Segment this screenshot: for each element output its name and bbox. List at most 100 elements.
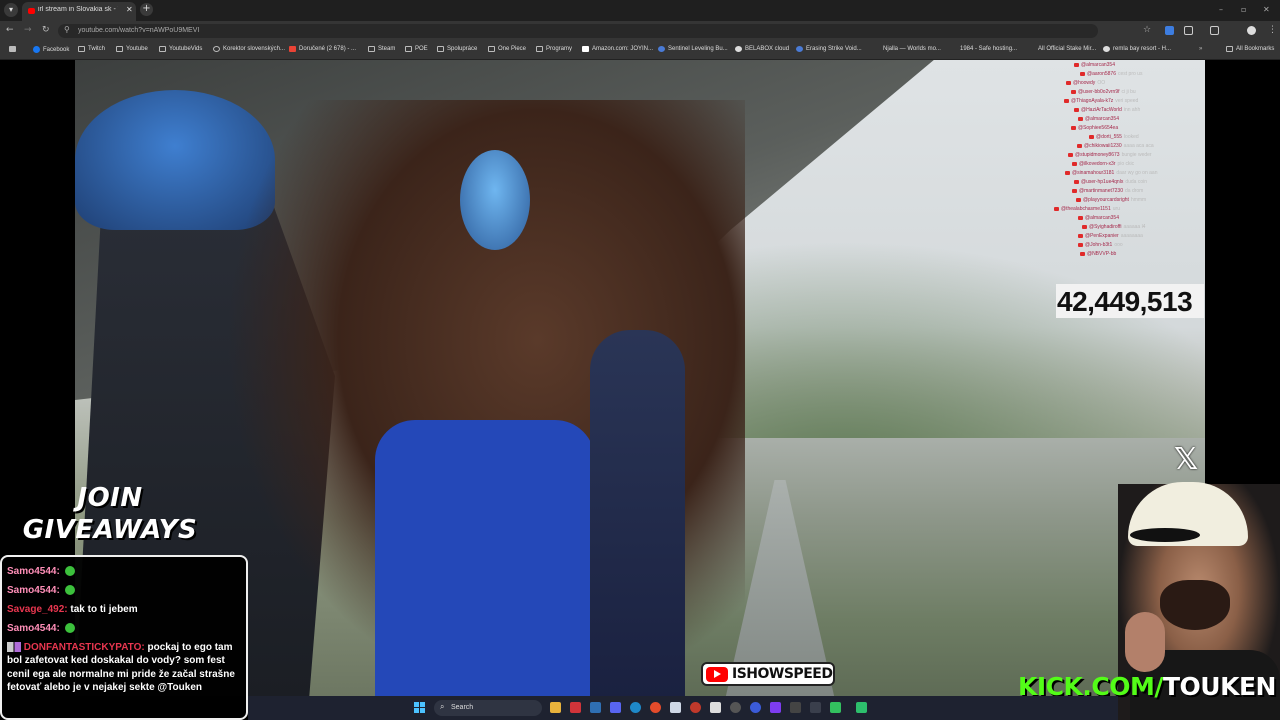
overlay-chat-row: @sinamahour3181 daar wy go on aan: [1065, 168, 1157, 177]
steam-icon[interactable]: [590, 702, 601, 713]
extension-icon[interactable]: [1165, 26, 1174, 35]
youtube-badge-icon: [1054, 206, 1059, 211]
bookmark-item[interactable]: Spolupráce: [437, 46, 477, 52]
youtube-badge-icon: [1074, 107, 1079, 112]
bookmark-item[interactable]: Youtube: [116, 46, 148, 52]
overlay-chat-message: hmmm: [1130, 196, 1147, 203]
sub-badge-icon: [7, 642, 21, 653]
overlay-chat-username: @martinmanet7230: [1079, 187, 1123, 194]
bookmark-item[interactable]: Doručené (2 678) - ...: [289, 46, 356, 52]
bookmark-item[interactable]: POE: [405, 46, 428, 52]
emote-icon: [64, 566, 75, 577]
x-logo-icon: 𝕏: [1174, 442, 1199, 477]
obs-icon[interactable]: [730, 702, 741, 713]
app-icon[interactable]: [810, 702, 821, 713]
chat-username: Samo4544:: [7, 585, 60, 596]
bookmark-item[interactable]: YoutubeVids: [159, 46, 202, 52]
person-right: [590, 330, 685, 696]
bookmark-item[interactable]: BELABOX cloud: [735, 46, 789, 52]
minimize-icon[interactable]: –: [1219, 5, 1223, 14]
app-icon[interactable]: [790, 702, 801, 713]
overlay-chat-row: @martinmanet7230 da drom: [1072, 186, 1143, 195]
channel-badge: ISHOWSPEED: [701, 662, 835, 686]
search-icon: ⌕: [440, 702, 445, 711]
youtube-badge-icon: [1080, 251, 1085, 256]
chat-username: Savage_492:: [7, 604, 68, 615]
overlay-chat-message: cest pro us: [1118, 70, 1143, 77]
bookmark-item[interactable]: Sentinel Leveling Bu...: [658, 46, 728, 52]
menu-kebab-icon[interactable]: ⋮: [1268, 25, 1277, 35]
all-bookmarks[interactable]: All Bookmarks: [1226, 46, 1274, 52]
folder-icon: [368, 46, 375, 52]
apps-grid-icon[interactable]: [9, 46, 16, 52]
windows-start-icon[interactable]: [414, 702, 426, 714]
overlay-chat-username: @dorti_555: [1096, 133, 1122, 140]
bookmark-item[interactable]: One Piece: [488, 46, 526, 52]
hand: [1125, 612, 1165, 672]
address-bar[interactable]: ⚲ youtube.com/watch?v=nAWPoU9MEVI: [58, 24, 1098, 38]
overlay-chat-username: @thealabchasme1151: [1061, 205, 1111, 212]
download-icon[interactable]: [1210, 26, 1219, 35]
site-info-icon[interactable]: ⚲: [64, 25, 70, 34]
site-icon: [873, 46, 880, 52]
browser-tab[interactable]: irl stream in Slovakia sk - Y ✕: [22, 2, 136, 21]
blue-jersey: [375, 420, 595, 696]
site-icon: [658, 46, 665, 52]
profile-avatar[interactable]: [1247, 26, 1256, 35]
bookmark-item[interactable]: Programy: [536, 46, 572, 52]
app-icon[interactable]: [770, 702, 781, 713]
overlay-chat-username: @PenExpanier: [1085, 232, 1119, 239]
overlay-chat-message: bungie weder: [1121, 151, 1152, 158]
bookmark-item[interactable]: Amazon.com: JOYIN...: [582, 46, 653, 52]
emote-icon: [64, 623, 75, 634]
tab-close-icon[interactable]: ✕: [126, 5, 133, 14]
forward-icon[interactable]: →: [24, 25, 32, 35]
app-icon[interactable]: [750, 702, 761, 713]
app-icon[interactable]: [570, 702, 581, 713]
bookmark-item[interactable]: Erasing Strike Void...: [796, 46, 862, 52]
tab-search-icon[interactable]: ▾: [4, 3, 18, 17]
overlay-chat-row: @HaziArTacWorld inn ahh: [1074, 105, 1140, 114]
bookmark-item[interactable]: All Official Stake Mir...: [1028, 46, 1096, 52]
site-icon: [950, 46, 957, 52]
overlay-chat-username: @Syighadiroffi: [1089, 223, 1122, 230]
overflow-chevron-icon[interactable]: »: [1199, 46, 1202, 52]
back-icon[interactable]: ←: [6, 25, 14, 35]
app-icon[interactable]: [830, 702, 841, 713]
folder-icon: [536, 46, 543, 52]
chat-username: Samo4544:: [7, 566, 60, 577]
maximize-icon[interactable]: ▫: [1241, 5, 1246, 14]
overlay-chat-message: uru: [1112, 205, 1120, 212]
overlay-chat-message: ci ji bu: [1121, 88, 1136, 95]
screen: ▾ irl stream in Slovakia sk - Y ✕ + – ▫ …: [0, 0, 1280, 720]
bookmark-item[interactable]: Twitch: [78, 46, 105, 52]
chat-message: tak to ti jebem: [70, 604, 138, 615]
extensions-puzzle-icon[interactable]: [1184, 26, 1193, 35]
beard: [1160, 580, 1230, 630]
bookmark-item[interactable]: Steam: [368, 46, 395, 52]
bookmark-item[interactable]: 1984 - Safe hosting...: [950, 46, 1017, 52]
chrome-icon[interactable]: [650, 702, 661, 713]
facebook-icon: [33, 46, 40, 53]
bookmark-item[interactable]: Korektor slovenských...: [213, 46, 285, 52]
overlay-chat-row: @almarcan354: [1078, 213, 1121, 222]
app-icon[interactable]: [690, 702, 701, 713]
taskbar-search[interactable]: ⌕ Search: [434, 700, 542, 716]
overlay-chat-username: @playyourcardsright: [1083, 196, 1129, 203]
overlay-chat-message: aaaa aca aca: [1123, 142, 1154, 149]
app-icon[interactable]: [710, 702, 721, 713]
bookmark-item[interactable]: Njalla — Worlds mo...: [873, 46, 941, 52]
bookmark-item[interactable]: Facebook: [33, 46, 69, 53]
edge-icon[interactable]: [630, 702, 641, 713]
app-icon[interactable]: [856, 702, 867, 713]
file-explorer-icon[interactable]: [550, 702, 561, 713]
discord-icon[interactable]: [610, 702, 621, 713]
bookmark-star-icon[interactable]: ☆: [1143, 25, 1151, 35]
notepad-icon[interactable]: [670, 702, 681, 713]
window-close-icon[interactable]: ✕: [1263, 5, 1270, 14]
overlay-chat-message: daar wy go on aan: [1116, 169, 1158, 176]
reload-icon[interactable]: ↻: [42, 25, 50, 35]
bookmark-item[interactable]: remla bay resort - H...: [1103, 46, 1171, 52]
new-tab-button[interactable]: +: [140, 3, 153, 16]
youtube-badge-icon: [1071, 89, 1076, 94]
